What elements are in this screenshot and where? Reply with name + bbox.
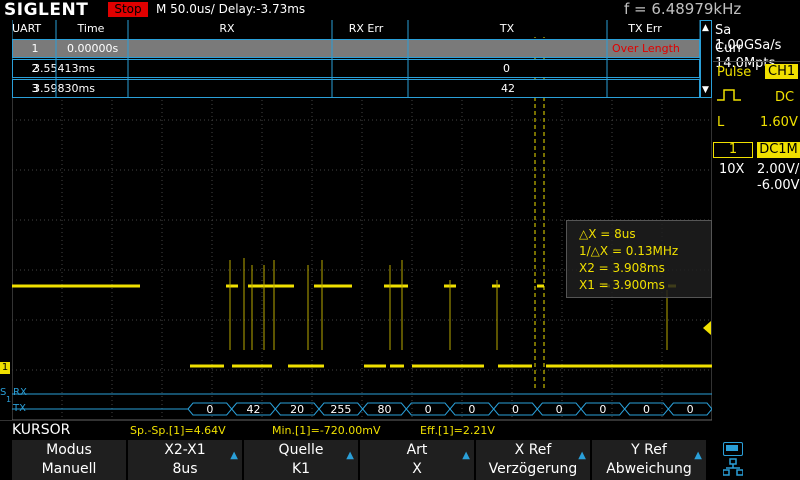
run-stop-badge[interactable]: Stop [108,2,148,17]
softkey-type[interactable]: Art X ▲ [360,440,475,480]
trigger-type: Pulse [717,65,752,80]
cursor-inverse-delta: 1/△X = 0.13MHz [579,244,679,258]
network-icon [723,458,743,476]
cursor-x2-value: X2 = 3.908ms [579,261,665,275]
scroll-up-icon[interactable]: ▲ [702,23,709,33]
ch1-probe: 10X [719,162,745,177]
adjust-arrow-icon: ▲ [578,450,586,461]
measurement-bar: KURSOR Sp.-Sp.[1]=4.64V Min.[1]=-720.00m… [0,420,712,441]
cursor-readout-box: △X = 8us 1/△X = 0.13MHz X2 = 3.908ms X1 … [566,220,712,298]
battery-icon [723,442,743,456]
trigger-level-marker[interactable] [703,321,711,335]
tx-frame-value: 0 [206,403,213,416]
softkey-x-ref[interactable]: X Ref Verzögerung ▲ [476,440,591,480]
table-scrollbar[interactable]: ▲ ▼ [700,20,712,98]
tx-frame-value: 0 [599,403,606,416]
tx-label: TX [13,403,26,414]
bus-number-label: 1 [6,395,12,404]
tx-frame-value: 0 [512,403,519,416]
tx-frame-value: 0 [643,403,650,416]
cursor-delta-x: △X = 8us [579,227,636,241]
pulse-icon [717,89,741,101]
trigger-level-label: L [717,115,725,130]
tx-frame-value: 0 [687,403,694,416]
scroll-down-icon[interactable]: ▼ [702,85,709,95]
adjust-arrow-icon: ▲ [230,450,238,461]
uart-decode-table: UART Time RX RX Err TX TX Err 1 0.00000s… [12,20,712,98]
system-icons[interactable] [713,440,800,480]
softkey-source[interactable]: Quelle K1 ▲ [244,440,359,480]
table-separators [12,20,701,98]
softkey-y-ref[interactable]: Y Ref Abweichung ▲ [592,440,707,480]
trigger-coupling: DC [775,90,795,105]
measure-rms: Eff.[1]=2.21V [420,424,495,437]
ch1-coupling: DC1M [757,142,800,158]
ch1-number: 1 [713,142,753,158]
trigger-panel[interactable]: Pulse CH1 DC L 1.60V [713,61,800,134]
rx-label: RX [13,387,27,398]
ch1-offset: -6.00V [757,178,800,193]
ch1-scale: 2.00V/ [757,162,800,177]
measure-pkpk: Sp.-Sp.[1]=4.64V [130,424,226,437]
adjust-arrow-icon: ▲ [462,450,470,461]
ch1-ground-marker[interactable]: 1 [0,362,10,374]
tx-frame-value: 0 [425,403,432,416]
adjust-arrow-icon: ▲ [346,450,354,461]
softkey-mode[interactable]: Modus Manuell [12,440,127,480]
brand-logo: SIGLENT [4,0,89,20]
trigger-level: 1.60V [760,115,798,130]
acquisition-panel[interactable]: Sa 1.00GSa/s Curr 14.0Mpts [715,20,800,71]
tx-frame-value: 80 [378,403,392,416]
frequency-counter: f = 6.48979kHz [624,0,742,18]
tx-frame-value: 42 [247,403,261,416]
top-status-bar: SIGLENT Stop M 50.0us/ Delay:-3.73ms f =… [0,0,800,20]
channel1-panel[interactable]: 1 DC1M 10X 2.00V/ -6.00V [713,142,800,194]
tx-frame-value: 255 [330,403,351,416]
tx-frame-value: 20 [290,403,304,416]
tx-frame-value: 0 [556,403,563,416]
cursor-x1-value: X1 = 3.900ms [579,278,665,292]
timebase-readout: M 50.0us/ Delay:-3.73ms [156,2,306,16]
softkey-x2-x1[interactable]: X2-X1 8us ▲ [128,440,243,480]
menu-title: KURSOR [12,422,71,438]
trigger-source: CH1 [765,64,799,79]
tx-frame-value: 0 [468,403,475,416]
measure-min: Min.[1]=-720.00mV [272,424,381,437]
adjust-arrow-icon: ▲ [694,450,702,461]
